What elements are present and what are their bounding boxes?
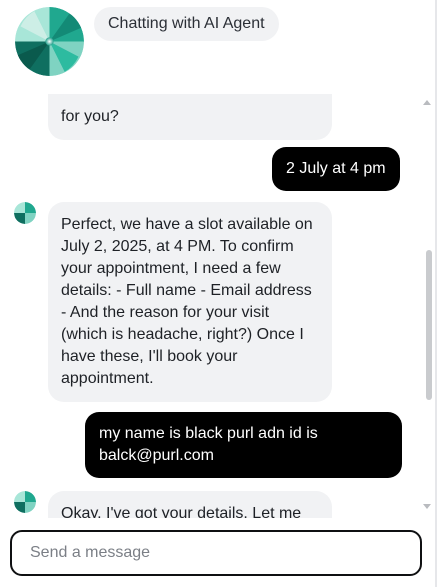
chat-title-pill: Chatting with AI Agent (94, 7, 279, 41)
scrollbar-thumb[interactable] (426, 250, 432, 400)
scroll-up-arrow-icon[interactable] (423, 100, 431, 105)
user-message-text: 2 July at 4 pm (286, 160, 386, 177)
user-message-text: my name is black purl adn id is balck@pu… (99, 425, 318, 464)
user-message: my name is black purl adn id is balck@pu… (85, 412, 402, 478)
bot-message-text: Perfect, we have a slot available on Jul… (61, 216, 313, 387)
bot-avatar-icon (14, 202, 36, 224)
bot-message: Okay, I've got your details. Let me (48, 491, 332, 518)
message-list[interactable]: for you? 2 July at 4 pm Perfect, we have… (0, 94, 422, 518)
bot-message-text: Okay, I've got your details. Let me (61, 505, 302, 518)
bot-message-text: for you? (61, 108, 119, 125)
bot-avatar-icon (14, 491, 36, 513)
bot-message: Perfect, we have a slot available on Jul… (48, 202, 332, 402)
message-input[interactable] (12, 532, 420, 574)
ai-agent-logo-icon (15, 7, 84, 76)
user-message: 2 July at 4 pm (272, 147, 400, 191)
chat-title: Chatting with AI Agent (108, 15, 265, 32)
chat-header: Chatting with AI Agent (0, 0, 437, 94)
message-composer (10, 530, 422, 576)
bot-message: for you? (48, 94, 332, 140)
chat-window: Chatting with AI Agent for you? 2 July a… (0, 0, 437, 587)
scroll-down-arrow-icon[interactable] (423, 504, 431, 509)
